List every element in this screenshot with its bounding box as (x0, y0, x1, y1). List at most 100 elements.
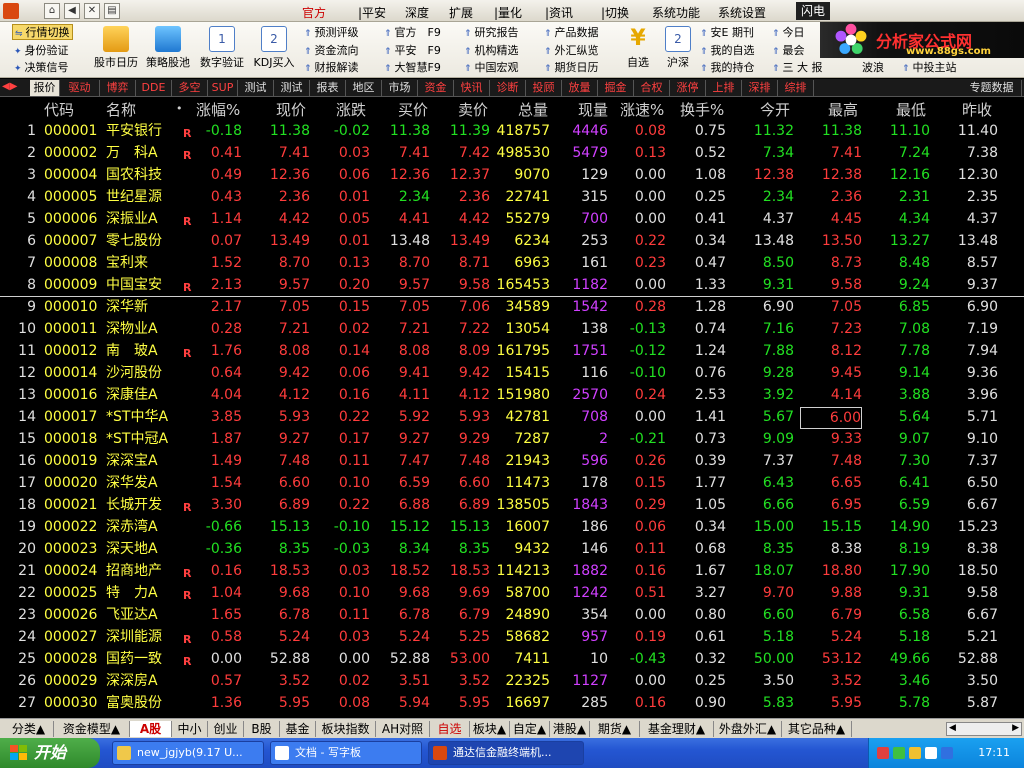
task-tdx-terminal[interactable]: 通达信金融终端机... (428, 741, 584, 765)
table-row[interactable]: 7 000008 宝利来 1.52 8.70 0.13 8.70 8.71 6963 161 0.2… (0, 252, 1024, 274)
bottom-tab-3[interactable]: 中小 (172, 721, 208, 737)
tab-15[interactable]: 放量 (562, 80, 598, 96)
flash-button[interactable]: 闪电 (796, 2, 830, 20)
toolbar-link-research[interactable]: ⇑ 研究报告 (464, 25, 519, 41)
table-row[interactable]: 23 000026 飞亚达A 1.65 6.78 0.11 6.78 6.79 24890 354… (0, 604, 1024, 626)
table-row[interactable]: 10 000011 深物业A 0.28 7.21 0.02 7.21 7.22 13054 138… (0, 318, 1024, 340)
table-row[interactable]: 8 000009 中国宝安 R 2.13 9.57 0.20 9.57 9.58 165453 11… (0, 274, 1024, 296)
table-row[interactable]: 26 000029 深深房A 0.57 3.52 0.02 3.51 3.52 22325 112… (0, 670, 1024, 692)
table-row[interactable]: 14 000017 *ST中华A 3.85 5.93 0.22 5.92 5.93 42781 7… (0, 406, 1024, 429)
tray-security-icon[interactable] (909, 747, 921, 759)
back-icon[interactable]: ◀ (64, 3, 80, 19)
tray-ime-icon[interactable] (941, 747, 953, 759)
close-tab-icon[interactable]: ✕ (84, 3, 100, 19)
table-row[interactable]: 3 000004 国农科技 0.49 12.36 0.06 12.36 12.37 9070 12… (0, 164, 1024, 186)
tray-volume-icon[interactable] (925, 747, 937, 759)
bottom-tab-8[interactable]: AH对照 (376, 721, 430, 737)
toolbar-link-pingan-f9[interactable]: ⇑ 平安 F9 (384, 43, 441, 59)
table-row[interactable]: 17 000020 深华发A 1.54 6.60 0.10 6.59 6.60 11473 178… (0, 472, 1024, 494)
tab-9[interactable]: 地区 (346, 80, 382, 96)
menu-item-4[interactable]: |量化 (494, 4, 522, 21)
tab-8[interactable]: 报表 (310, 80, 346, 96)
toolbar-link-identity[interactable]: ✦ 身份验证 (14, 43, 69, 59)
toolbar-link-futures-cal[interactable]: ⇑ 期货日历 (544, 60, 599, 76)
tab-7[interactable]: 测试 (274, 80, 310, 96)
menu-item-8[interactable]: 系统设置 (718, 4, 766, 21)
table-row[interactable]: 25 000028 国药一致 R 0.00 52.88 0.00 52.88 53.00 7411… (0, 648, 1024, 670)
col-header-prev[interactable]: 昨收 (962, 99, 992, 120)
table-row[interactable]: 2 000002 万 科A R 0.41 7.41 0.03 7.41 7.42 498530 54… (0, 142, 1024, 164)
col-header-open[interactable]: 今开 (760, 99, 790, 120)
toolbar-link-three-reports[interactable]: ⇑ 三 大 报 (772, 60, 823, 76)
toolbar-link-my-holdings[interactable]: ⇑ 我的持仓 (700, 60, 755, 76)
table-row[interactable]: 20 000023 深天地A -0.36 8.35 -0.03 8.34 8.35 9432 14… (0, 538, 1024, 560)
scroll-left-icon[interactable]: ◀ (949, 723, 956, 733)
table-row[interactable]: 4 000005 世纪星源 0.43 2.36 0.01 2.34 2.36 22741 315 0… (0, 186, 1024, 208)
tab-14[interactable]: 投顾 (526, 80, 562, 96)
toolbar-link-capital[interactable]: ⇑ 资金流向 (304, 43, 359, 59)
menu-item-7[interactable]: 系统功能 (652, 4, 700, 21)
calendar-big-button[interactable]: 股市日历 (90, 26, 142, 70)
tab-12[interactable]: 快讯 (454, 80, 490, 96)
toolbar-link-signal[interactable]: ✦ 决策信号 (14, 60, 69, 76)
menu-item-6[interactable]: |切换 (601, 4, 629, 21)
toolbar-link-report[interactable]: ⇑ 财报解读 (304, 60, 359, 76)
toolbar-link-institution[interactable]: ⇑ 机构精选 (464, 43, 519, 59)
tab-18[interactable]: 涨停 (670, 80, 706, 96)
toolbar-link-macro[interactable]: ⇑ 中国宏观 (464, 60, 519, 76)
table-row[interactable]: 18 000021 长城开发 R 3.30 6.89 0.22 6.88 6.89 138505 1… (0, 494, 1024, 516)
table-row[interactable]: 15 000018 *ST中冠A 1.87 9.27 0.17 9.27 9.29 7287 2 -… (0, 428, 1024, 450)
toolbar-link-my-watch[interactable]: ⇑ 我的自选 (700, 43, 755, 59)
tray-network-icon[interactable] (893, 747, 905, 759)
toolbar-link-dzh-f9[interactable]: ⇑ 大智慧F9 (384, 60, 441, 76)
col-header-price[interactable]: 现价 (276, 99, 306, 120)
tab-11[interactable]: 资金 (418, 80, 454, 96)
bottom-tab-16[interactable]: 其它品种▲ (782, 721, 852, 737)
bottom-tab-7[interactable]: 板块指数 (316, 721, 376, 737)
toolbar-link-today[interactable]: ⇑ 今日 (772, 25, 805, 41)
bottom-tab-15[interactable]: 外盘外汇▲ (714, 721, 782, 737)
col-header-low[interactable]: 最低 (896, 99, 926, 120)
kdj-buy-button[interactable]: 2 KDJ买入 (248, 26, 300, 70)
strategy-pool-button[interactable]: 策略股池 (142, 26, 194, 70)
table-row[interactable]: 22 000025 特 力A R 1.04 9.68 0.10 9.68 9.69 58700 12… (0, 582, 1024, 604)
tab-13[interactable]: 诊断 (490, 80, 526, 96)
table-row[interactable]: 16 000019 深深宝A 1.49 7.48 0.11 7.47 7.48 21943 596… (0, 450, 1024, 472)
toolbar-link-cic[interactable]: ⇑ 中投主站 (902, 60, 957, 76)
tab-6[interactable]: 测试 (238, 80, 274, 96)
bottom-tab-9[interactable]: 自选 (430, 721, 470, 737)
table-row[interactable]: 5 000006 深振业A R 1.14 4.42 0.05 4.41 4.42 55279 700… (0, 208, 1024, 230)
tab-2[interactable]: 博弈 (100, 80, 136, 96)
table-row[interactable]: 12 000014 沙河股份 0.64 9.42 0.06 9.41 9.42 15415 116… (0, 362, 1024, 384)
table-row[interactable]: 13 000016 深康佳A 4.04 4.12 0.16 4.11 4.12 151980 25… (0, 384, 1024, 406)
table-row[interactable]: 21 000024 招商地产 R 0.16 18.53 0.03 18.52 18.53 1142… (0, 560, 1024, 582)
shanghai-shenzhen-button[interactable]: 2 沪深 (658, 26, 698, 70)
tab-22[interactable]: 专题数据 (962, 80, 1022, 96)
toolbar-link-rating[interactable]: ⇑ 预测评级 (304, 25, 359, 41)
table-row[interactable]: 6 000007 零七股份 0.07 13.49 0.01 13.48 13.49 6234 25… (0, 230, 1024, 252)
bottom-tab-12[interactable]: 港股▲ (550, 721, 590, 737)
toolbar-link-product[interactable]: ⇑ 产品数据 (544, 25, 599, 41)
table-row[interactable]: 11 000012 南 玻A R 1.76 8.08 0.14 8.08 8.09 161795 1… (0, 340, 1024, 362)
toolbar-link-journal[interactable]: ⇑ 安E 期刊 (700, 25, 754, 41)
table-row[interactable]: 24 000027 深圳能源 R 0.58 5.24 0.03 5.24 5.25 58682 95… (0, 626, 1024, 648)
market-switch-button[interactable]: ⇋ 行情切换 (12, 24, 73, 40)
bottom-tab-11[interactable]: 自定▲ (510, 721, 550, 737)
tab-19[interactable]: 上排 (706, 80, 742, 96)
horizontal-scrollbar[interactable]: ◀ ▶ (946, 722, 1022, 736)
tab-3[interactable]: DDE (136, 80, 172, 96)
watchlist-big-button[interactable]: ¥ 自选 (618, 26, 658, 70)
menu-item-3[interactable]: 扩展 (449, 4, 473, 21)
menu-item-5[interactable]: |资讯 (545, 4, 573, 21)
tab-1[interactable]: 驱动 (60, 80, 100, 96)
col-header-name[interactable]: 名称 (106, 99, 136, 120)
bottom-tab-6[interactable]: 基金 (280, 721, 316, 737)
menu-item-1[interactable]: |平安 (358, 4, 386, 21)
digital-verify-button[interactable]: 1 数字验证 (196, 26, 248, 70)
bottom-tab-13[interactable]: 期货▲ (590, 721, 640, 737)
tray-app-icon[interactable] (877, 747, 889, 759)
task-wordpad[interactable]: 文档 - 写字板 (270, 741, 422, 765)
menu-item-0[interactable]: 官方 (302, 4, 326, 21)
bottom-tab-5[interactable]: B股 (244, 721, 280, 737)
toolbar-link-best[interactable]: ⇑ 最会 (772, 43, 805, 59)
